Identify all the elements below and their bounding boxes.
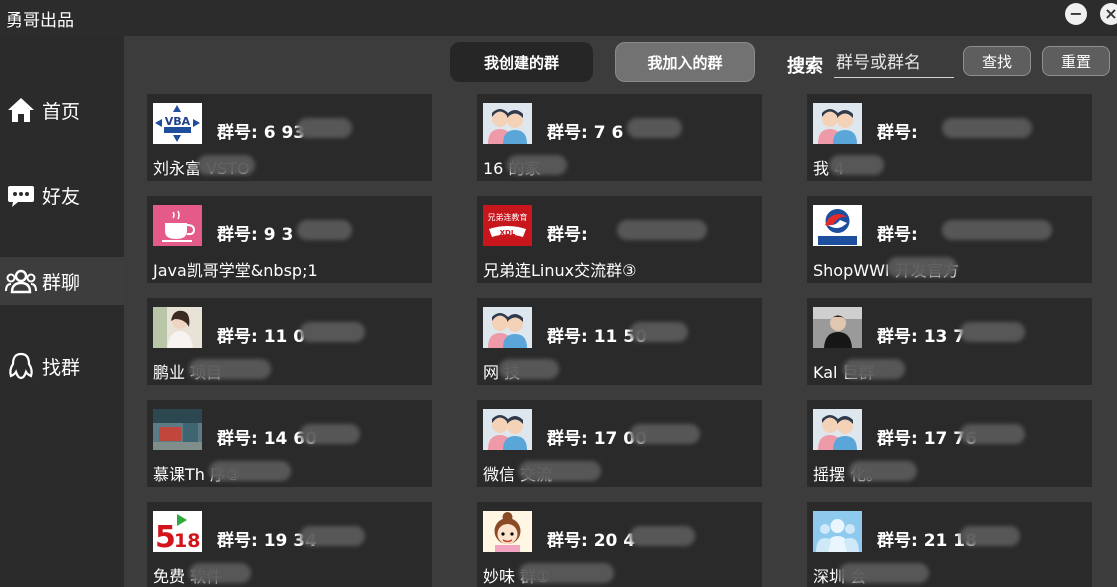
group-card[interactable]: 群号: 20 4 妙味 群①: [477, 502, 762, 587]
couple-avatar-icon: [483, 409, 532, 450]
svg-text:XDL: XDL: [500, 229, 516, 237]
group-number: 群号: 9 3: [217, 225, 294, 245]
svg-text:18: 18: [174, 530, 200, 552]
group-card[interactable]: VBA 群号: 6 93 刘永富 VSTO: [147, 94, 432, 181]
518-logo-icon: 5 18: [153, 511, 202, 552]
sidebar-item-label: 首页: [42, 100, 81, 123]
couple-avatar-icon: [483, 103, 532, 144]
svg-text:5: 5: [155, 520, 176, 552]
search-label: 搜索: [787, 56, 823, 77]
cartoon-girl-icon: [483, 511, 532, 552]
group-name: 兄弟连Linux交流群③: [483, 261, 637, 280]
group-card[interactable]: 5 18 群号: 19 34 免费 软件: [147, 502, 432, 587]
couple-avatar-icon: [813, 409, 862, 450]
sidebar-item-home[interactable]: 首页: [0, 86, 124, 134]
group-card[interactable]: 群号: 17 76 摇摆 化。: [807, 400, 1092, 487]
svg-text:VBA: VBA: [165, 115, 191, 128]
group-number: 群号:: [877, 123, 918, 143]
tab-my-created-groups[interactable]: 我创建的群: [450, 42, 593, 82]
group-card[interactable]: 群号: 17 00 微信 交流: [477, 400, 762, 487]
sidebar-item-friends[interactable]: 好友: [0, 171, 124, 219]
girl-photo-icon: [153, 307, 202, 348]
sidebar-item-groups[interactable]: 群聊: [0, 257, 124, 305]
sidebar: 首页 好友 群聊 找群: [0, 36, 124, 587]
group-number: 群号: 7 6: [547, 123, 624, 143]
group-number: 群号: 20 4: [547, 531, 636, 551]
search-input[interactable]: [834, 48, 954, 78]
minimize-button[interactable]: −: [1065, 3, 1087, 25]
group-card[interactable]: 群号: 14 60 慕课Th 序③: [147, 400, 432, 487]
room-photo-icon: [153, 409, 202, 450]
group-card[interactable]: 群号: 13 7 Kal 巨群: [807, 298, 1092, 385]
tab-my-joined-groups[interactable]: 我加入的群: [615, 42, 755, 82]
title-bar: 勇哥出品 − ×: [0, 0, 1117, 36]
shopwwi-logo-icon: [813, 205, 862, 246]
group-card[interactable]: 群号: 11 0 鹏业 项目: [147, 298, 432, 385]
group-name: Java凯哥学堂&nbsp;1: [153, 261, 318, 280]
group-number: 群号: 13 7: [877, 327, 966, 347]
find-button[interactable]: 查找: [963, 46, 1031, 76]
reset-button[interactable]: 重置: [1042, 46, 1110, 76]
group-card[interactable]: 群号: ShopWWI 开发官方: [807, 196, 1092, 283]
group-card[interactable]: 群号: 9 3 Java凯哥学堂&nbsp;1: [147, 196, 432, 283]
xdl-logo-icon: 兄弟连教育 XDL: [483, 205, 532, 246]
group-card[interactable]: 群号: 21 18 深圳 会: [807, 502, 1092, 587]
group-number: 群号: 11 0: [217, 327, 306, 347]
group-card[interactable]: 兄弟连教育 XDL 群号: 兄弟连Linux交流群③: [477, 196, 762, 283]
group-card[interactable]: 群号: 7 6 16 的家: [477, 94, 762, 181]
person-photo-icon: [813, 307, 862, 348]
sidebar-item-label: 找群: [42, 356, 81, 379]
group-card[interactable]: 群号: 11 50 网 技: [477, 298, 762, 385]
sidebar-item-label: 好友: [42, 185, 81, 208]
group-icon: [4, 264, 38, 298]
couple-avatar-icon: [483, 307, 532, 348]
group-number: 群号:: [547, 225, 588, 245]
app-title: 勇哥出品: [6, 11, 74, 31]
people-silhouette-icon: [813, 511, 862, 552]
qq-penguin-icon: [4, 349, 38, 383]
home-icon: [4, 93, 38, 127]
close-button[interactable]: ×: [1100, 3, 1117, 25]
chat-bubble-icon: [4, 178, 38, 212]
couple-avatar-icon: [813, 103, 862, 144]
teacup-icon: [153, 205, 202, 246]
group-card[interactable]: 群号: 我 4: [807, 94, 1092, 181]
sidebar-item-find-group[interactable]: 找群: [0, 342, 124, 390]
svg-text:兄弟连教育: 兄弟连教育: [488, 212, 528, 222]
sidebar-item-label: 群聊: [42, 271, 81, 294]
group-number: 群号:: [877, 225, 918, 245]
main-panel: 我创建的群 我加入的群 搜索 查找 重置 VBA 群号: 6 93 刘永富 VS…: [124, 36, 1117, 587]
group-number: 群号: 6 93: [217, 123, 306, 143]
vba-expert-icon: VBA: [153, 103, 202, 144]
